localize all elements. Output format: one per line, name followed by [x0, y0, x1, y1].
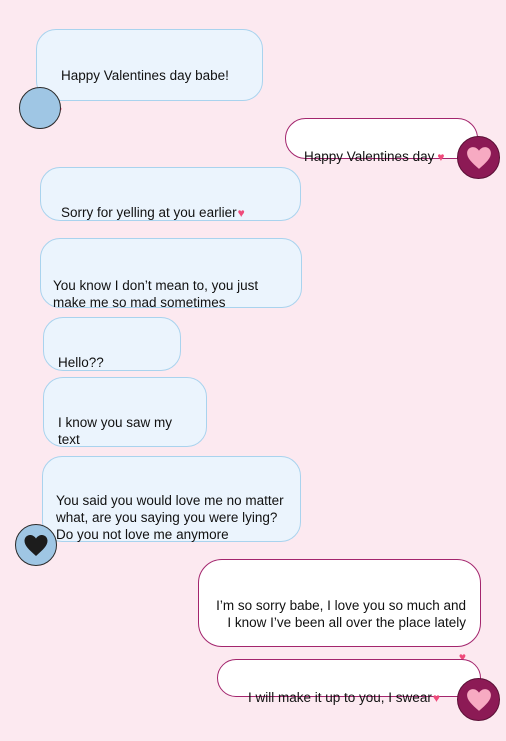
heart-emoji-icon: ♥ [437, 150, 445, 164]
message-text: I will make it up to you, I swear [248, 690, 432, 705]
message-bubble-right: I’m so sorry babe, I love you so much an… [198, 559, 481, 664]
heart-icon [466, 688, 491, 711]
message-bubble-left: Happy Valentines day babe! ♥ [36, 29, 263, 117]
user-avatar[interactable] [457, 136, 500, 179]
message-text: I know you saw my text [58, 415, 173, 447]
message-text: You know I don’t mean to, you just make … [53, 278, 259, 310]
message-bubble-left: You know I don’t mean to, you just make … [40, 238, 302, 310]
heart-emoji-icon: ♥ [432, 691, 440, 705]
message-bubble-left: I know you saw my text [43, 377, 207, 447]
message-bubble-right: I will make it up to you, I swear♥ [217, 659, 481, 705]
message-bubble-right: Happy Valentines day ♥ [285, 118, 478, 164]
message-text: Sorry for yelling at you earlier [61, 205, 237, 220]
contact-avatar[interactable] [19, 87, 61, 129]
contact-avatar[interactable] [15, 524, 57, 566]
message-text: You said you would love me no matter wha… [56, 493, 284, 542]
message-text: I’m so sorry babe, I love you so much an… [216, 598, 466, 630]
heart-icon [466, 146, 491, 169]
message-text: Hello?? [58, 355, 104, 370]
message-bubble-left: Hello?? [43, 317, 181, 371]
message-text: Happy Valentines day babe! [61, 68, 229, 83]
heart-emoji-icon: ♥ [237, 206, 245, 220]
user-avatar[interactable] [457, 678, 500, 721]
black-heart-icon [24, 534, 48, 556]
message-bubble-left: Sorry for yelling at you earlier♥ [40, 167, 301, 221]
message-bubble-left: You said you would love me no matter wha… [42, 456, 301, 542]
message-text: Happy Valentines day [304, 149, 435, 164]
